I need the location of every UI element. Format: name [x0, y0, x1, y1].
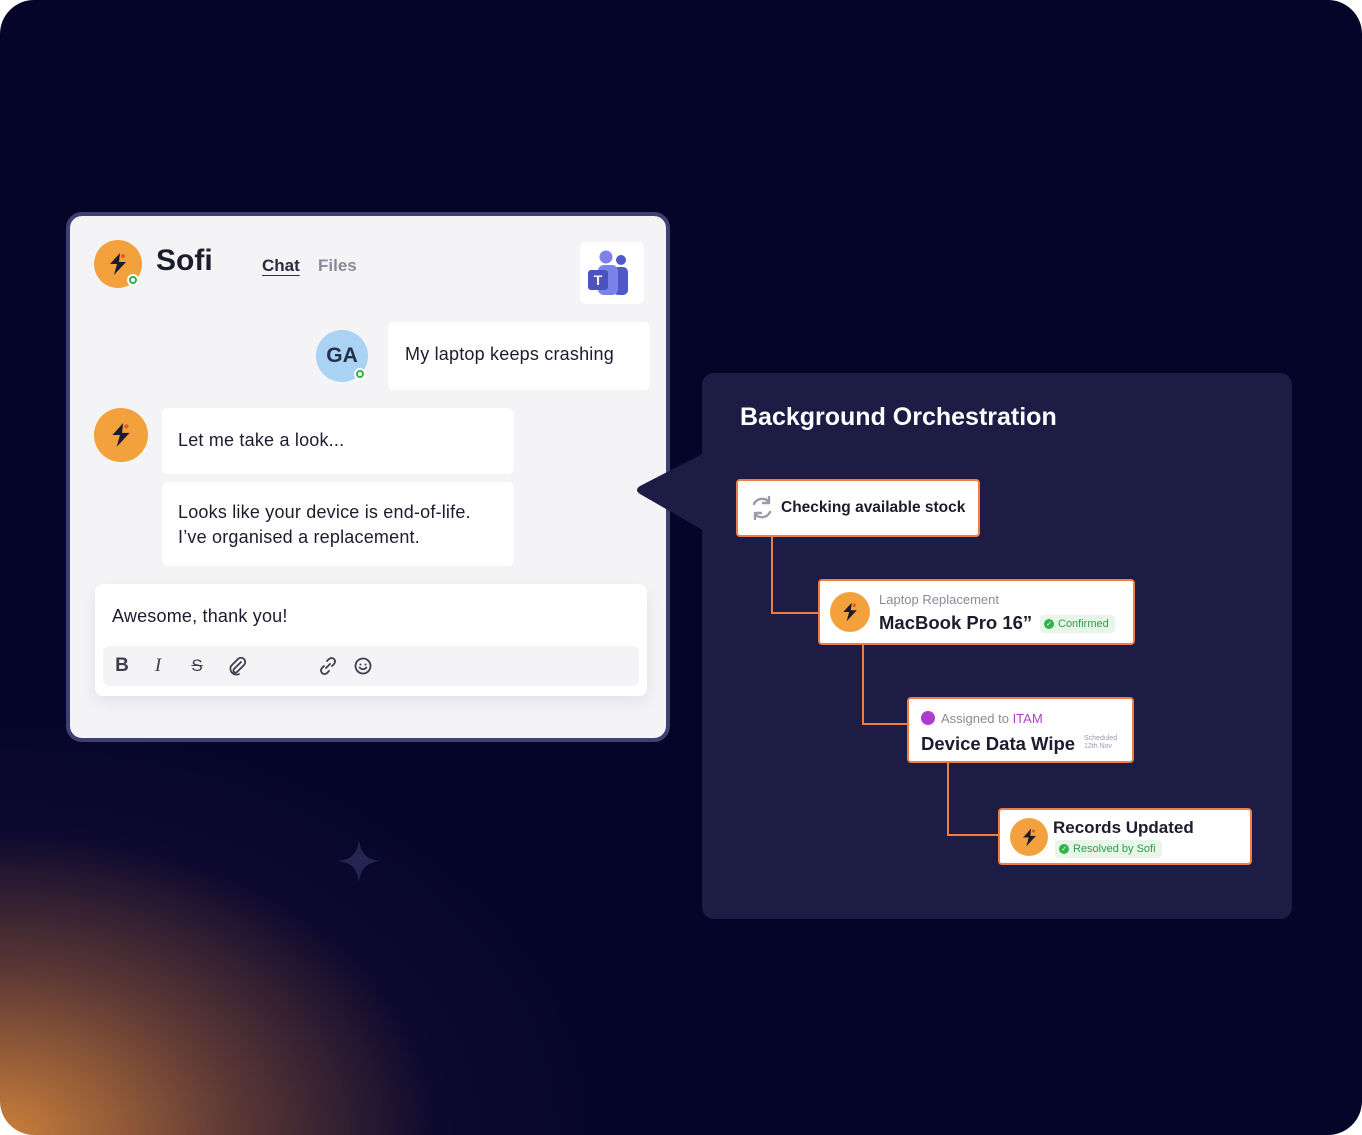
composer-input[interactable]: Awesome, thank you! [112, 606, 288, 627]
step-title: MacBook Pro 16” [879, 612, 1033, 633]
bold-icon[interactable]: B [110, 654, 134, 678]
attachment-icon[interactable] [225, 654, 249, 678]
bot-message: Let me take a look... [162, 408, 514, 474]
status-text: Confirmed [1058, 618, 1109, 630]
bot-message-line: I’ve organised a replacement. [178, 527, 420, 547]
sofi-avatar-icon [94, 408, 148, 462]
message-composer[interactable]: Awesome, thank you! B I S [95, 584, 647, 696]
link-icon[interactable] [316, 654, 340, 678]
background-canvas: Sofi Chat Files T GA My laptop keeps cra… [0, 0, 1362, 1135]
schedule-date: 12th Nov [1084, 743, 1113, 750]
online-status-dot [127, 274, 139, 286]
italic-icon[interactable]: I [146, 654, 170, 678]
bot-message: Looks like your device is end-of-life. I… [162, 482, 514, 566]
teams-app-tile[interactable]: T [580, 242, 644, 304]
emoji-icon[interactable] [351, 654, 375, 678]
app-title: Sofi [156, 244, 213, 277]
step-label: Checking available stock [781, 499, 966, 516]
schedule-note: Scheduled 12th Nov [1084, 735, 1117, 751]
sync-icon [752, 495, 772, 521]
orchestration-panel: Background Orchestration Checking availa… [702, 373, 1292, 919]
bot-message-line: Looks like your device is end-of-life. [178, 502, 471, 522]
step-laptop-replacement: Laptop Replacement MacBook Pro 16” ✓ Con… [818, 579, 1135, 645]
status-badge: ✓ Resolved by Sofi [1055, 840, 1162, 858]
step-title: Device Data Wipe [921, 733, 1076, 754]
user-online-dot [354, 368, 366, 380]
check-icon: ✓ [1044, 619, 1054, 629]
callout-pointer [637, 452, 706, 532]
step-data-wipe: Assigned to ITAM Device Data Wipe Schedu… [907, 697, 1134, 763]
svg-text:T: T [594, 272, 603, 288]
tab-files[interactable]: Files [318, 256, 357, 276]
microsoft-teams-icon: T [588, 250, 628, 295]
step-records-updated: Records Updated ✓ Resolved by Sofi [998, 808, 1252, 865]
user-message: My laptop keeps crashing [388, 322, 650, 390]
sparkle-icon [338, 840, 380, 882]
person-icon [921, 711, 935, 725]
status-text: Resolved by Sofi [1073, 843, 1156, 855]
step-sublabel: Laptop Replacement [879, 592, 999, 607]
step-sublabel: Assigned to ITAM [941, 711, 1043, 726]
schedule-label: Scheduled [1084, 735, 1118, 742]
step-check-stock: Checking available stock [736, 479, 980, 537]
check-icon: ✓ [1059, 844, 1069, 854]
chat-window: Sofi Chat Files T GA My laptop keeps cra… [66, 212, 670, 742]
assigned-to-label: Assigned to [941, 711, 1009, 726]
status-badge: ✓ Confirmed [1040, 615, 1115, 633]
sofi-logo-icon [1010, 818, 1048, 856]
step-title: Records Updated [1053, 818, 1194, 837]
strikethrough-icon[interactable]: S [185, 654, 209, 678]
sofi-logo-icon [830, 592, 870, 632]
tab-chat[interactable]: Chat [262, 256, 300, 276]
team-name: ITAM [1012, 711, 1043, 726]
formatting-toolbar: B I S [103, 646, 639, 686]
